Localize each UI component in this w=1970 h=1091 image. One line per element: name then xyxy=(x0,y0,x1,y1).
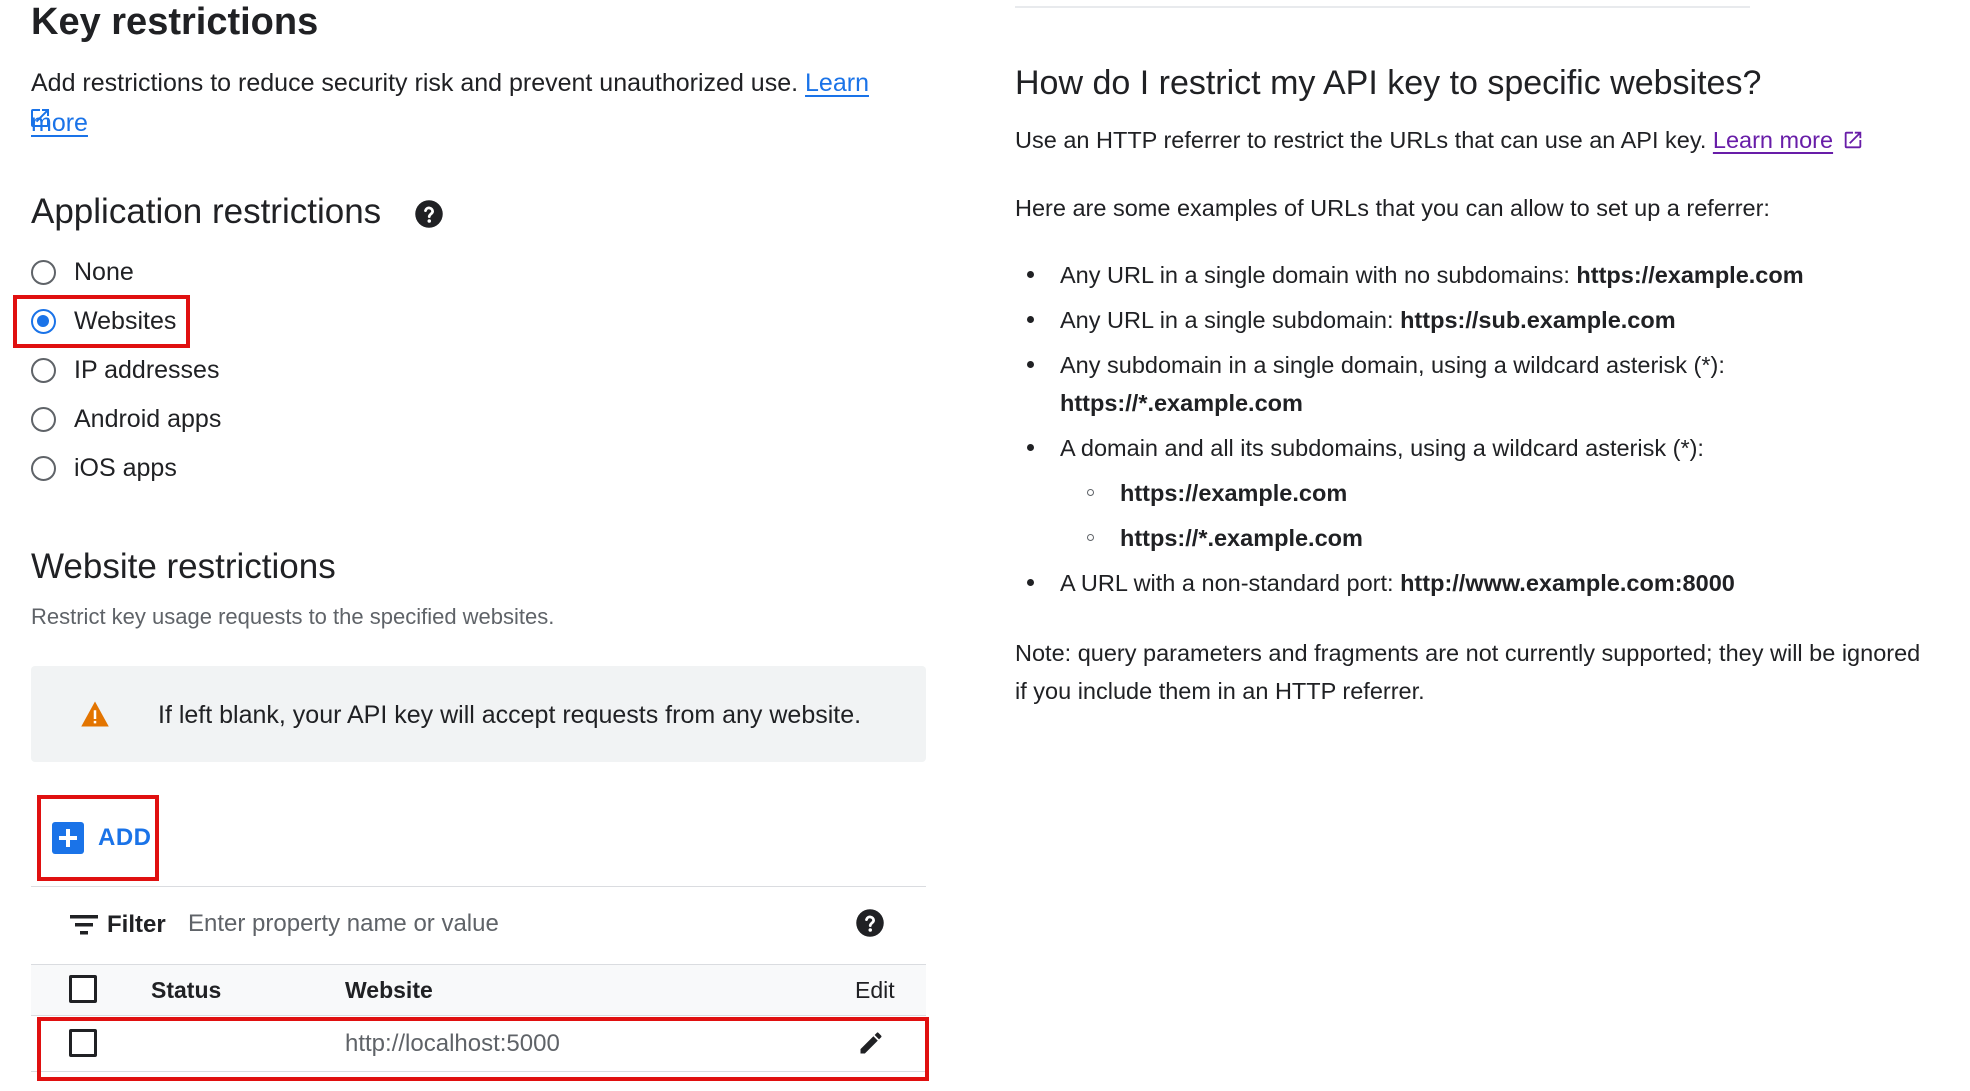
warning-text: If left blank, your API key will accept … xyxy=(158,701,862,729)
website-restrictions-subtitle: Restrict key usage requests to the speci… xyxy=(31,604,555,629)
example-url: https://*.example.com xyxy=(1060,390,1303,416)
highlight-websites xyxy=(13,295,190,348)
example-item: A domain and all its subdomains, using a… xyxy=(1060,435,1704,461)
sub-bullet xyxy=(1087,489,1094,496)
divider xyxy=(31,886,926,887)
help-intro-text: Use an HTTP referrer to restrict the URL… xyxy=(1015,127,1707,153)
bullet xyxy=(1027,316,1034,323)
radio-none[interactable]: None xyxy=(31,252,134,292)
example-text: A URL with a non-standard port: xyxy=(1060,570,1394,596)
help-panel-title: How do I restrict my API key to specific… xyxy=(1015,64,1762,102)
example-item: Any URL in a single domain with no subdo… xyxy=(1060,256,1804,294)
example-url: https://sub.example.com xyxy=(1400,307,1676,333)
table-help-icon[interactable] xyxy=(855,908,885,938)
application-restrictions-title: Application restrictions xyxy=(31,192,382,231)
filter-icon[interactable] xyxy=(70,914,98,936)
example-url: https://example.com xyxy=(1576,262,1804,288)
help-icon[interactable] xyxy=(414,199,444,229)
example-url: https://example.com xyxy=(1120,480,1348,506)
radio-label: None xyxy=(74,257,134,286)
divider xyxy=(1015,6,1750,8)
column-header-status[interactable]: Status xyxy=(151,975,221,1005)
help-intro: Use an HTTP referrer to restrict the URL… xyxy=(1015,121,1864,159)
example-url: https://*.example.com xyxy=(1120,525,1363,551)
warning-icon xyxy=(81,701,109,727)
radio-button[interactable] xyxy=(31,406,56,432)
radio-ip-addresses[interactable]: IP addresses xyxy=(31,350,219,390)
radio-label: iOS apps xyxy=(74,453,177,482)
page-title: Key restrictions xyxy=(31,1,319,43)
bullet xyxy=(1027,361,1034,368)
highlight-add-button xyxy=(37,795,159,881)
radio-button[interactable] xyxy=(31,357,56,383)
example-item: Any subdomain in a single domain, using … xyxy=(1060,352,1725,378)
highlight-website-row xyxy=(37,1017,929,1081)
select-all-checkbox[interactable] xyxy=(69,975,97,1003)
radio-button[interactable] xyxy=(31,455,56,481)
external-link-icon[interactable] xyxy=(1842,129,1864,151)
column-header-website[interactable]: Website xyxy=(345,975,433,1005)
bullet xyxy=(1027,271,1034,278)
examples-intro: Here are some examples of URLs that you … xyxy=(1015,195,1770,221)
example-url: http://www.example.com:8000 xyxy=(1400,570,1735,596)
filter-input[interactable] xyxy=(188,906,828,942)
filter-label: Filter xyxy=(107,911,166,938)
note-line-2: if you include them in an HTTP referrer. xyxy=(1015,678,1425,704)
radio-label: IP addresses xyxy=(74,355,220,384)
note-line-1: Note: query parameters and fragments are… xyxy=(1015,640,1921,666)
divider xyxy=(31,1015,926,1016)
description: Add restrictions to reduce security risk… xyxy=(31,63,931,143)
radio-label: Android apps xyxy=(74,404,222,433)
column-header-edit: Edit xyxy=(855,977,895,1003)
website-restrictions-title: Website restrictions xyxy=(31,547,336,586)
example-item: A URL with a non-standard port: http://w… xyxy=(1060,564,1735,602)
radio-android-apps[interactable]: Android apps xyxy=(31,399,221,439)
help-learn-more-link[interactable]: Learn more xyxy=(1713,127,1833,153)
example-item: Any URL in a single subdomain: https://s… xyxy=(1060,301,1676,339)
bullet xyxy=(1027,444,1034,451)
example-text: Any URL in a single subdomain: xyxy=(1060,307,1394,333)
example-text: Any URL in a single domain with no subdo… xyxy=(1060,262,1570,288)
external-link-icon[interactable] xyxy=(28,106,52,130)
radio-button[interactable] xyxy=(31,259,56,285)
sub-bullet xyxy=(1087,534,1094,541)
description-text: Add restrictions to reduce security risk… xyxy=(31,69,799,97)
bullet xyxy=(1027,579,1034,586)
radio-ios-apps[interactable]: iOS apps xyxy=(31,448,177,488)
